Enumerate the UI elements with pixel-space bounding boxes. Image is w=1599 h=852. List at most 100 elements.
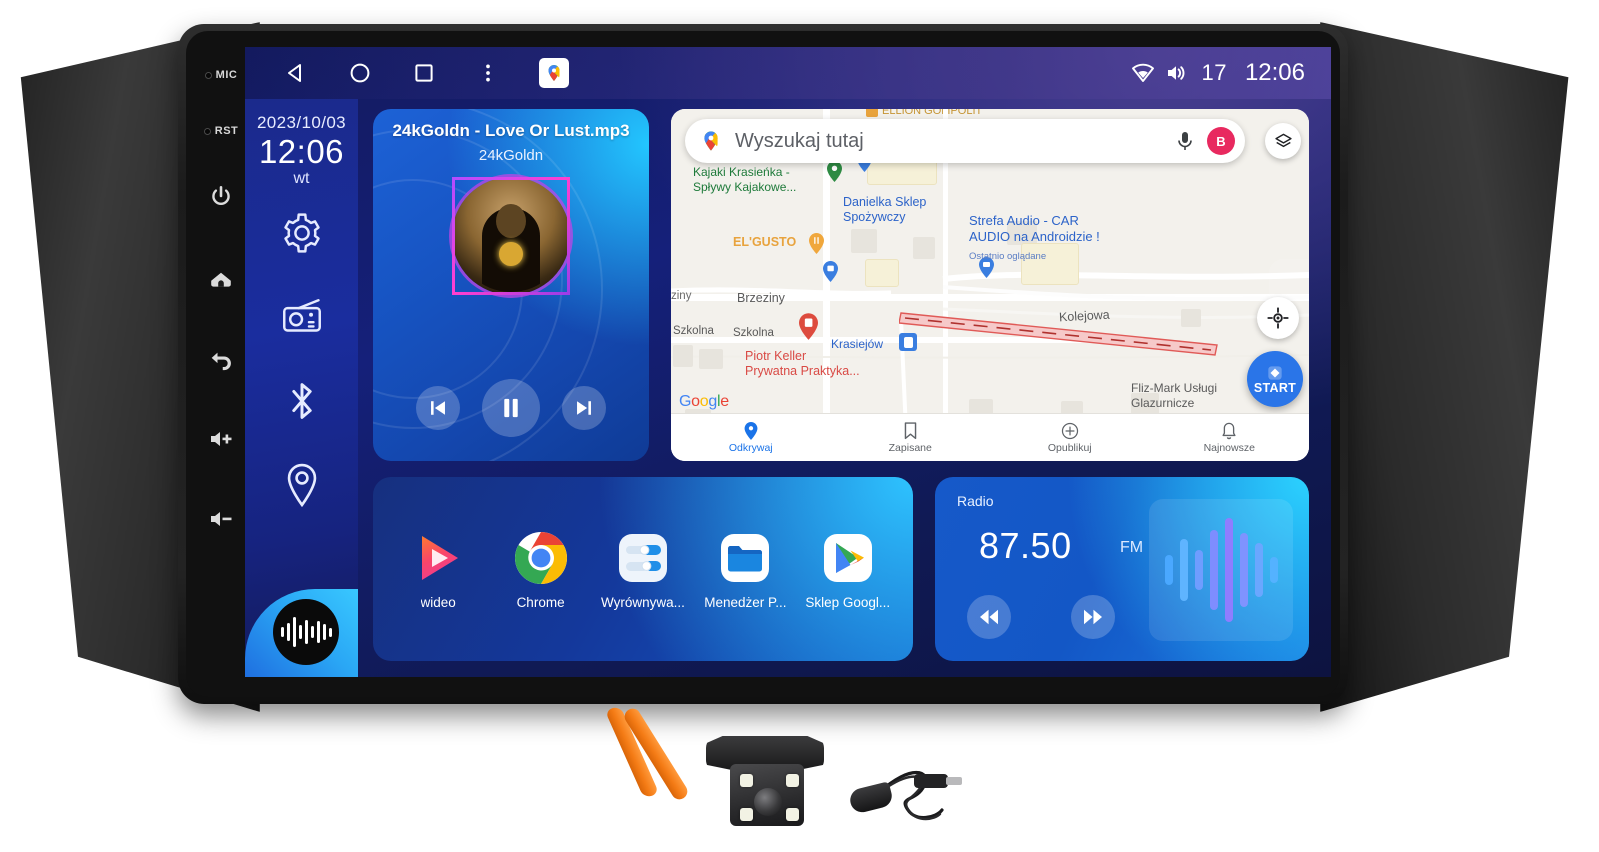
next-track-button[interactable] xyxy=(562,386,606,430)
microphone-icon[interactable] xyxy=(1175,130,1195,152)
equalizer-icon xyxy=(614,529,672,587)
map-label: Strefa Audio - CAR AUDIO na Androidzie ! xyxy=(969,213,1100,244)
dash-shroud-right xyxy=(1320,22,1569,712)
map-tab-opublikuj[interactable]: Opublikuj xyxy=(990,422,1150,454)
google-maps-widget[interactable]: ELLION GOLIPOLIT Kajaki Krasieńka - Spły… xyxy=(671,109,1309,461)
album-artwork xyxy=(452,177,570,295)
map-label-sub: Ostatnio oglądane xyxy=(969,251,1047,262)
map-label: Fliz-Mark Usługi Glazurnicze xyxy=(1131,381,1218,410)
maps-pin-icon xyxy=(704,131,718,151)
map-search-bar[interactable]: Wyszukaj tutaj B xyxy=(685,119,1245,163)
quick-access-rail: 2023/10/03 12:06 wt xyxy=(245,99,358,677)
app-shortcut-label: Menedżer P... xyxy=(704,594,787,610)
accessory-microphone xyxy=(846,730,962,834)
volume-up-button[interactable] xyxy=(196,418,246,460)
map-pin-restaurant[interactable] xyxy=(809,233,824,254)
map-tab-zapisane[interactable]: Zapisane xyxy=(831,421,991,454)
app-shortcut-chrome[interactable]: Chrome xyxy=(494,529,588,610)
mic-port: MIC xyxy=(196,54,246,96)
fast-forward-icon xyxy=(1084,609,1102,625)
accessory-pry-tools xyxy=(578,705,691,803)
map-pin-green[interactable] xyxy=(827,161,842,182)
app-shortcut-label: Chrome xyxy=(516,594,565,610)
radio-icon xyxy=(282,298,321,332)
map-label: Danielka Sklep Spożywczy xyxy=(843,195,927,225)
nav-overflow-button[interactable] xyxy=(475,60,501,86)
map-label: EL'GUSTO xyxy=(733,235,797,249)
rail-icon-list xyxy=(279,210,325,508)
app-shortcut-file-manager[interactable]: Menedżer P... xyxy=(698,529,792,610)
music-player-widget[interactable]: 24kGoldn - Love Or Lust.mp3 24kGoldn xyxy=(373,109,649,461)
map-tab-label: Odkrywaj xyxy=(728,441,773,454)
nav-back-button[interactable] xyxy=(283,60,309,86)
sidebar-item-radio[interactable] xyxy=(279,294,325,340)
map-pin-store[interactable] xyxy=(823,261,838,282)
map-account-avatar[interactable]: B xyxy=(1207,127,1235,155)
map-my-location-button[interactable] xyxy=(1257,297,1299,339)
volume-down-button[interactable] xyxy=(196,498,246,540)
mic-port-label: MIC xyxy=(215,69,238,81)
map-start-navigation-button[interactable]: START xyxy=(1247,351,1303,407)
map-tab-najnowsze[interactable]: Najnowsze xyxy=(1150,422,1310,454)
nav-recents-button[interactable] xyxy=(411,60,437,86)
radio-widget[interactable]: Radio 87.50 FM xyxy=(935,477,1309,661)
pause-button[interactable] xyxy=(482,379,540,437)
radio-title: Radio xyxy=(957,493,994,509)
map-station-icon[interactable] xyxy=(899,333,917,351)
radio-band: FM xyxy=(1120,539,1144,556)
sidebar-item-navigation[interactable] xyxy=(279,462,325,508)
radio-tuning-controls xyxy=(967,595,1115,639)
rail-time: 12:06 xyxy=(258,133,345,170)
home-icon xyxy=(211,272,231,287)
skip-next-icon xyxy=(577,401,591,415)
volume-down-icon xyxy=(211,512,232,526)
layers-icon xyxy=(1274,133,1292,147)
android-status-bar: 17 12:06 xyxy=(245,47,1331,99)
radio-seek-down-button[interactable] xyxy=(967,595,1011,639)
overflow-menu-icon xyxy=(486,64,490,82)
nav-maps-shortcut[interactable] xyxy=(539,58,569,88)
home-button[interactable] xyxy=(196,258,246,300)
music-artist: 24kGoldn xyxy=(478,147,544,164)
volume-up-icon xyxy=(211,432,232,446)
map-tab-label: Opublikuj xyxy=(1047,441,1092,454)
settings-gear-icon xyxy=(283,213,320,253)
rail-date: 2023/10/03 xyxy=(256,113,347,132)
bookmark-icon xyxy=(904,421,917,439)
audio-visualizer-button[interactable] xyxy=(273,599,339,665)
sidebar-item-settings[interactable] xyxy=(279,210,325,256)
back-button[interactable] xyxy=(196,338,246,380)
rail-weekday: wt xyxy=(293,169,310,187)
map-start-label: START xyxy=(1253,381,1297,395)
sidebar-item-bluetooth[interactable] xyxy=(279,378,325,424)
head-unit-screen: 17 12:06 2023/10/03 12:06 wt 24kGoldn - … xyxy=(245,47,1331,677)
power-button[interactable] xyxy=(196,176,246,218)
map-label: Krasiejów xyxy=(831,337,884,351)
app-shortcut-play-store[interactable]: Sklep Googl... xyxy=(801,529,895,610)
reset-port[interactable]: RST xyxy=(196,110,246,152)
volume-level: 17 xyxy=(1201,60,1227,85)
app-shortcuts-widget: wideo Chrome Wyrównywa... Menedżer P... … xyxy=(373,477,913,661)
map-tab-odkrywaj[interactable]: Odkrywaj xyxy=(671,421,831,454)
map-search-input[interactable]: Wyszukaj tutaj xyxy=(735,130,1175,153)
location-pin-icon xyxy=(287,463,316,508)
map-pin-health[interactable] xyxy=(799,313,818,340)
home-circle-icon xyxy=(350,63,370,83)
file-manager-icon xyxy=(716,529,774,587)
radio-seek-up-button[interactable] xyxy=(1071,595,1115,639)
previous-track-button[interactable] xyxy=(416,386,460,430)
app-shortcut-equalizer[interactable]: Wyrównywa... xyxy=(596,529,690,610)
app-shortcut-list: wideo Chrome Wyrównywa... Menedżer P... … xyxy=(373,477,913,661)
map-layers-button[interactable] xyxy=(1265,123,1301,159)
maps-pin-icon xyxy=(548,65,560,81)
recents-square-icon xyxy=(415,64,433,82)
app-shortcut-wideo[interactable]: wideo xyxy=(391,529,485,610)
map-label: Kajaki Krasieńka - Spływy Kajakowe... xyxy=(693,165,797,194)
app-shortcut-label: wideo xyxy=(420,594,456,610)
back-arrow-icon xyxy=(211,352,231,371)
nav-home-button[interactable] xyxy=(347,60,373,86)
skip-previous-icon xyxy=(431,401,445,415)
android-nav-buttons xyxy=(245,58,569,88)
music-title: 24kGoldn - Love Or Lust.mp3 xyxy=(392,121,630,140)
map-bottom-navigation: Odkrywaj Zapisane Opublikuj Najnowsze xyxy=(671,413,1309,461)
